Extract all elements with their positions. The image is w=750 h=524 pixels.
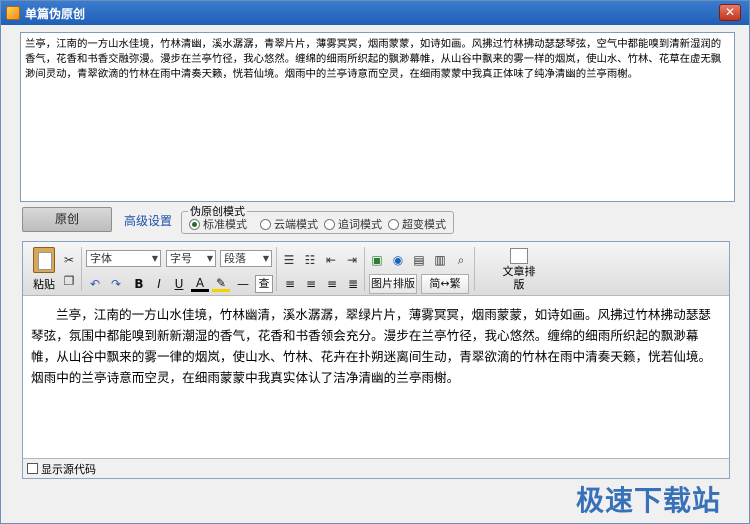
window-title: 单篇伪原创 xyxy=(25,6,86,21)
chevron-down-icon: ▼ xyxy=(151,254,158,263)
radio-dot[interactable] xyxy=(324,218,335,230)
toolbar-separator xyxy=(276,247,277,291)
cut-icon[interactable]: ✂ xyxy=(61,252,77,268)
insert-link-icon[interactable]: ◉ xyxy=(390,252,406,268)
article-typeset-button[interactable]: 文章排版 xyxy=(500,248,538,292)
paste-label: 粘贴 xyxy=(33,278,55,291)
article-typeset-label: 文章排版 xyxy=(502,265,536,291)
unordered-list-icon[interactable]: ☷ xyxy=(302,252,318,268)
paragraph-select[interactable]: 段落 ▼ xyxy=(220,250,272,267)
find-replace-icon[interactable]: ⌕ xyxy=(453,252,469,268)
original-button[interactable]: 原创 xyxy=(22,207,112,232)
align-center-icon[interactable]: ≡ xyxy=(302,275,320,293)
editor-content[interactable]: 兰亭，江南的一方山水佳境，竹林幽清，溪水潺潺，翠绿片片，薄雾冥冥，烟雨蒙蒙，如诗… xyxy=(23,297,729,457)
radio-label: 追词模式 xyxy=(338,218,382,231)
radio-label: 云端模式 xyxy=(274,218,318,231)
check-button[interactable]: 查 xyxy=(255,275,273,293)
outdent-icon[interactable]: ⇤ xyxy=(323,252,339,268)
paste-button[interactable]: 粘贴 xyxy=(29,245,59,293)
close-button[interactable]: ✕ xyxy=(719,4,741,21)
font-color-button[interactable]: A xyxy=(191,275,209,292)
font-select[interactable]: 字体 ▼ xyxy=(86,250,161,267)
toolbar-separator xyxy=(364,247,365,291)
indent-icon[interactable]: ⇥ xyxy=(344,252,360,268)
toolbar-separator xyxy=(474,247,475,291)
radio-dot[interactable] xyxy=(260,218,271,230)
size-select[interactable]: 字号 ▼ xyxy=(166,250,216,267)
ordered-list-icon[interactable]: ☰ xyxy=(281,252,297,268)
bold-button[interactable]: B xyxy=(130,275,148,293)
mode-radio-cloud[interactable]: 云端模式 xyxy=(260,216,318,232)
highlight-icon[interactable]: ✎ xyxy=(212,275,230,292)
copy-icon[interactable]: ❐ xyxy=(61,273,77,289)
horizontal-rule-icon[interactable]: — xyxy=(234,275,252,293)
document-icon xyxy=(510,248,528,264)
redo-icon[interactable]: ↷ xyxy=(107,275,125,293)
chevron-down-icon: ▼ xyxy=(262,254,269,263)
show-source-label: 显示源代码 xyxy=(41,462,96,476)
paragraph-select-value: 段落 xyxy=(224,252,246,265)
simp-trad-button[interactable]: 简↔繁 xyxy=(421,274,469,294)
advanced-settings-link[interactable]: 高级设置 xyxy=(124,212,172,229)
undo-icon[interactable]: ↶ xyxy=(86,275,104,293)
insert-template-icon[interactable]: ▥ xyxy=(432,252,448,268)
mode-radio-super[interactable]: 超变模式 xyxy=(388,216,446,232)
clipboard-icon xyxy=(33,247,55,273)
image-layout-button[interactable]: 图片排版 xyxy=(369,274,417,294)
align-justify-icon[interactable]: ≣ xyxy=(344,275,362,293)
mode-radio-standard[interactable]: 标准模式 xyxy=(189,216,247,232)
align-left-icon[interactable]: ≡ xyxy=(281,275,299,293)
app-window: 单篇伪原创 ✕ 兰亭，江南的一方山水佳境，竹林清幽，溪水潺潺，青翠片片，薄雾冥冥… xyxy=(0,0,750,524)
radio-label: 标准模式 xyxy=(203,218,247,231)
toolbar-separator xyxy=(81,247,82,291)
source-text-area[interactable]: 兰亭，江南的一方山水佳境，竹林清幽，溪水潺潺，青翠片片，薄雾冥冥，烟雨蒙蒙，如诗… xyxy=(20,32,735,202)
insert-image-icon[interactable]: ▣ xyxy=(369,252,385,268)
editor-footer: 显示源代码 xyxy=(23,458,729,478)
mode-group: 伪原创模式 标准模式 云端模式 追词模式 超变模式 xyxy=(181,203,454,234)
title-bar: 单篇伪原创 ✕ xyxy=(1,1,749,25)
italic-button[interactable]: I xyxy=(150,275,168,293)
radio-label: 超变模式 xyxy=(402,218,446,231)
font-select-value: 字体 xyxy=(90,252,112,265)
editor-toolbar: 粘贴 ✂ ❐ 字体 ▼ 字号 ▼ 段落 ▼ ↶ ↷ B I U A ✎ — 查 … xyxy=(23,242,729,296)
mode-radio-chase-word[interactable]: 追词模式 xyxy=(324,216,382,232)
watermark: 极速下载站 xyxy=(576,484,722,517)
radio-dot[interactable] xyxy=(388,218,399,230)
radio-dot[interactable] xyxy=(189,218,200,230)
chevron-down-icon: ▼ xyxy=(206,254,213,263)
underline-button[interactable]: U xyxy=(170,275,188,293)
show-source-checkbox[interactable] xyxy=(27,463,38,474)
align-right-icon[interactable]: ≡ xyxy=(323,275,341,293)
rich-text-editor: 粘贴 ✂ ❐ 字体 ▼ 字号 ▼ 段落 ▼ ↶ ↷ B I U A ✎ — 查 … xyxy=(22,241,730,479)
app-icon xyxy=(6,6,20,20)
insert-table-icon[interactable]: ▤ xyxy=(411,252,427,268)
size-select-value: 字号 xyxy=(170,252,192,265)
